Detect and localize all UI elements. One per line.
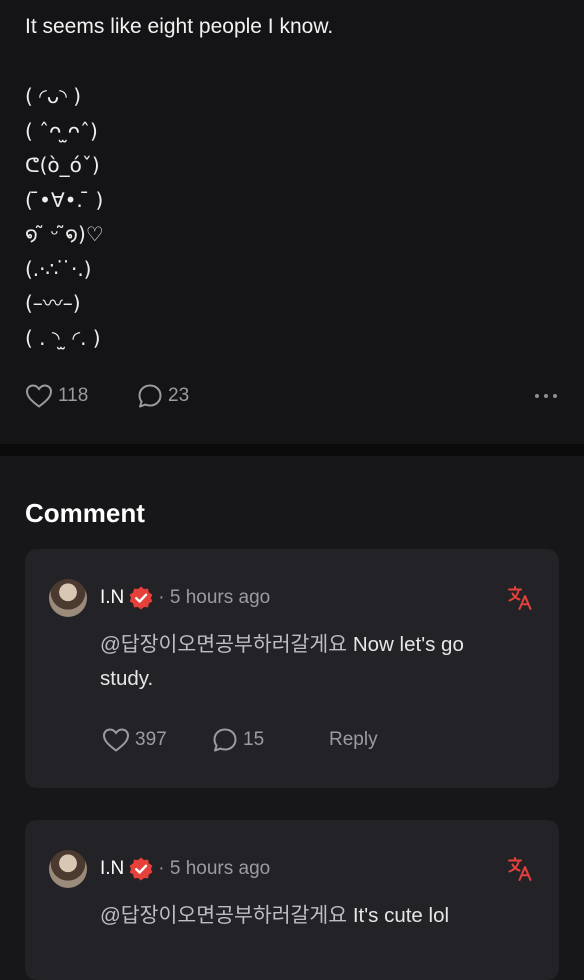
translate-icon[interactable] [507, 585, 533, 611]
heart-outline-icon [25, 384, 53, 408]
verified-badge-icon [129, 857, 153, 881]
post-like-count: 118 [58, 385, 89, 406]
comment-header: I.N · 5 hours ago [49, 850, 270, 888]
speech-bubble-icon [138, 384, 162, 408]
emoticon: ( ̄•∀•. ̄ ) [25, 187, 104, 212]
emoticon: ᕦ(ò_óˇ) [25, 153, 100, 177]
verified-badge-icon [129, 586, 153, 610]
comment-actions: 397 15 Reply [102, 727, 378, 753]
comment-username[interactable]: I.N [100, 587, 124, 609]
comments-heading: Comment [25, 498, 145, 528]
post-comment-button[interactable]: 23 [137, 383, 189, 409]
avatar[interactable] [49, 579, 87, 617]
emoticon: (.·∴ ̇ ̇·.) [25, 256, 92, 281]
emoticon: ( ◜ᴗ◝ ) [25, 84, 82, 108]
translate-icon[interactable] [507, 856, 533, 882]
reply-button[interactable]: Reply [329, 729, 378, 751]
comment-timestamp: · 5 hours ago [158, 587, 271, 608]
avatar[interactable] [49, 850, 87, 888]
comment-text: @답장이오면공부하러갈게요 It's cute lol [100, 899, 520, 933]
post-actions: 118 23 [25, 380, 559, 412]
comment-card: I.N · 5 hours ago @답장이오면공부하러갈게요 Now let'… [25, 549, 559, 788]
emoticon: ( ˆᴖ ̫ᴖˆ) [25, 118, 98, 143]
comment-like-count: 397 [135, 729, 167, 750]
post-like-button[interactable]: 118 [25, 383, 137, 409]
comment-replies-button[interactable]: 15 [212, 727, 329, 753]
emoticon: ໑ ̃ ᵕ ̃໑)♡ [25, 222, 104, 246]
post-comment-count: 23 [168, 385, 190, 406]
comment-like-button[interactable]: 397 [102, 727, 212, 753]
section-divider [0, 444, 584, 456]
ellipsis-icon [544, 394, 548, 398]
comment-timestamp: · 5 hours ago [158, 858, 271, 879]
mention-link[interactable]: @답장이오면공부하러갈게요 [100, 633, 347, 656]
post-text: It seems like eight people I know. [25, 15, 334, 38]
more-options-button[interactable] [533, 390, 559, 402]
comment-body: It's cute lol [347, 904, 450, 927]
emoticon: (–〰–) [25, 291, 81, 315]
comment-header: I.N · 5 hours ago [49, 579, 270, 617]
mention-link[interactable]: @답장이오면공부하러갈게요 [100, 904, 347, 927]
comment-text: @답장이오면공부하러갈게요 Now let's go study. [100, 628, 520, 696]
post: It seems like eight people I know. ( ◜ᴗ◝… [0, 0, 584, 444]
comment-username[interactable]: I.N [100, 858, 124, 880]
ellipsis-icon [553, 394, 557, 398]
emoticon: ( . ◝ ̫ ◜. ) [25, 325, 101, 350]
ellipsis-icon [535, 394, 539, 398]
emoticon-list: ( ◜ᴗ◝ ) ( ˆᴖ ̫ᴖˆ) ᕦ(ò_óˇ) ( ̄•∀•. ̄ ) ໑ … [25, 79, 104, 355]
comment-card: I.N · 5 hours ago @답장이오면공부하러갈게요 It's cut… [25, 820, 559, 980]
speech-bubble-icon [213, 728, 237, 752]
heart-outline-icon [102, 728, 130, 752]
comment-reply-count: 15 [243, 729, 265, 750]
